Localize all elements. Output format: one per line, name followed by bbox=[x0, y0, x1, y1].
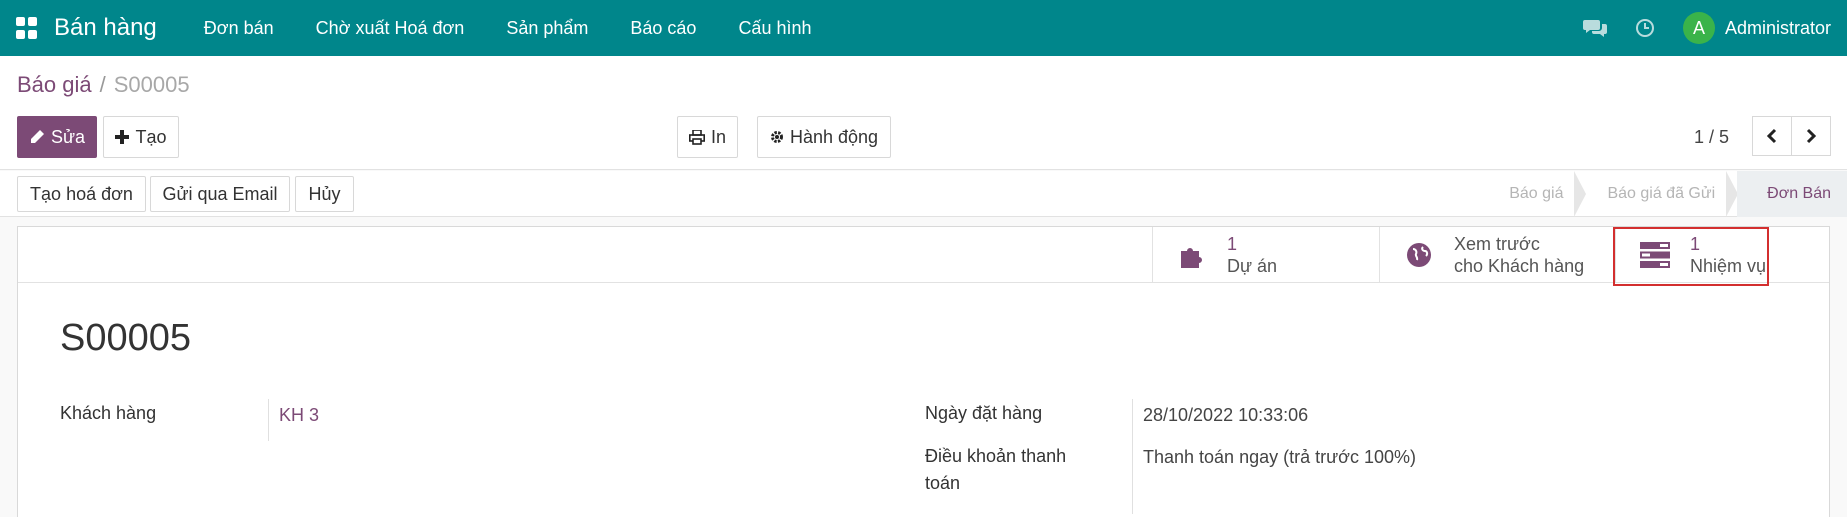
print-button[interactable]: In bbox=[677, 116, 738, 158]
action-button[interactable]: Hành động bbox=[757, 116, 891, 158]
document-title: S00005 bbox=[60, 317, 192, 359]
menu-item-configuration[interactable]: Cấu hình bbox=[717, 18, 832, 39]
pager-previous-button[interactable] bbox=[1752, 116, 1792, 156]
status-step-quotation[interactable]: Báo giá bbox=[1487, 171, 1587, 217]
top-navbar: Bán hàng Đơn bán Chờ xuất Hoá đơn Sản ph… bbox=[0, 0, 1847, 56]
edit-button[interactable]: Sửa bbox=[17, 116, 97, 158]
project-count: 1 bbox=[1227, 234, 1238, 254]
pencil-icon bbox=[30, 130, 44, 143]
create-button-label: Tạo bbox=[135, 126, 167, 147]
create-invoice-button[interactable]: Tạo hoá đơn bbox=[17, 176, 146, 212]
right-column-divider bbox=[1132, 399, 1133, 514]
cancel-button[interactable]: Hủy bbox=[295, 176, 354, 212]
app-brand[interactable]: Bán hàng bbox=[54, 14, 157, 42]
menu-item-to-invoice[interactable]: Chờ xuất Hoá đơn bbox=[295, 18, 486, 39]
action-button-label: Hành động bbox=[789, 126, 879, 147]
breadcrumb: Báo giá / S00005 bbox=[17, 72, 190, 98]
apps-menu-icon[interactable] bbox=[16, 17, 38, 39]
menu-item-reporting[interactable]: Báo cáo bbox=[609, 18, 717, 39]
chevron-left-icon bbox=[1766, 128, 1777, 144]
form-sheet: 1 Dự án Xem trước cho Khách hàng 1 Nhiệm… bbox=[17, 226, 1830, 517]
create-button[interactable]: Tạo bbox=[103, 116, 179, 158]
payment-terms-label-line-1: Điều khoản thanh bbox=[925, 446, 1067, 466]
order-date-field[interactable]: 28/10/2022 10:33:06 bbox=[1143, 402, 1308, 429]
gear-icon bbox=[770, 131, 783, 143]
pager-value: 1 / 5 bbox=[1694, 127, 1730, 147]
preview-label-line-1: Xem trước bbox=[1454, 234, 1540, 254]
menu-item-products[interactable]: Sản phẩm bbox=[485, 18, 609, 39]
customer-field[interactable]: KH 3 bbox=[279, 402, 319, 429]
payment-terms-label-line-2: toán bbox=[925, 473, 961, 493]
user-avatar[interactable]: A bbox=[1682, 12, 1715, 44]
project-label: Dự án bbox=[1227, 256, 1278, 276]
customer-divider bbox=[268, 399, 269, 441]
menu-item-orders[interactable]: Đơn bán bbox=[183, 18, 295, 39]
breadcrumb-separator: / bbox=[99, 72, 106, 97]
status-bar: Tạo hoá đơn Gửi qua Email Hủy Báo giá Bá… bbox=[0, 171, 1847, 217]
plus-icon bbox=[115, 130, 130, 144]
chat-icon[interactable] bbox=[1582, 18, 1607, 38]
send-email-button[interactable]: Gửi qua Email bbox=[150, 176, 290, 212]
user-name[interactable]: Administrator bbox=[1725, 18, 1831, 39]
customer-label: Khách hàng bbox=[60, 403, 157, 423]
chevron-right-icon bbox=[1806, 128, 1817, 144]
payment-terms-field[interactable]: Thanh toán ngay (trả trước 100%) bbox=[1143, 444, 1416, 471]
print-button-label: In bbox=[710, 126, 726, 147]
status-steps: Báo giá Báo giá đã Gửi Đơn Bán bbox=[1487, 171, 1847, 217]
preview-label-line-2: cho Khách hàng bbox=[1454, 256, 1585, 276]
status-step-sales-order[interactable]: Đơn Bán bbox=[1737, 171, 1847, 217]
pager-next-button[interactable] bbox=[1791, 116, 1831, 156]
project-smart-button[interactable]: 1 Dự án bbox=[1152, 227, 1379, 283]
control-panel: Báo giá / S00005 Sửa Tạo In Hành động 1 / … bbox=[0, 56, 1847, 170]
breadcrumb-parent[interactable]: Báo giá bbox=[17, 72, 92, 97]
smart-button-box: 1 Dự án Xem trước cho Khách hàng 1 Nhiệm… bbox=[18, 227, 1829, 286]
clock-icon[interactable] bbox=[1635, 18, 1655, 38]
task-button-highlight bbox=[1613, 227, 1769, 286]
edit-button-label: Sửa bbox=[50, 126, 86, 147]
globe-icon bbox=[1404, 240, 1434, 270]
breadcrumb-current: S00005 bbox=[113, 72, 190, 97]
customer-preview-smart-button[interactable]: Xem trước cho Khách hàng bbox=[1379, 227, 1615, 283]
puzzle-icon bbox=[1177, 240, 1207, 270]
status-step-quotation-sent[interactable]: Báo giá đã Gửi bbox=[1585, 171, 1738, 217]
order-date-label: Ngày đặt hàng bbox=[925, 403, 1043, 423]
printer-icon bbox=[688, 129, 705, 145]
